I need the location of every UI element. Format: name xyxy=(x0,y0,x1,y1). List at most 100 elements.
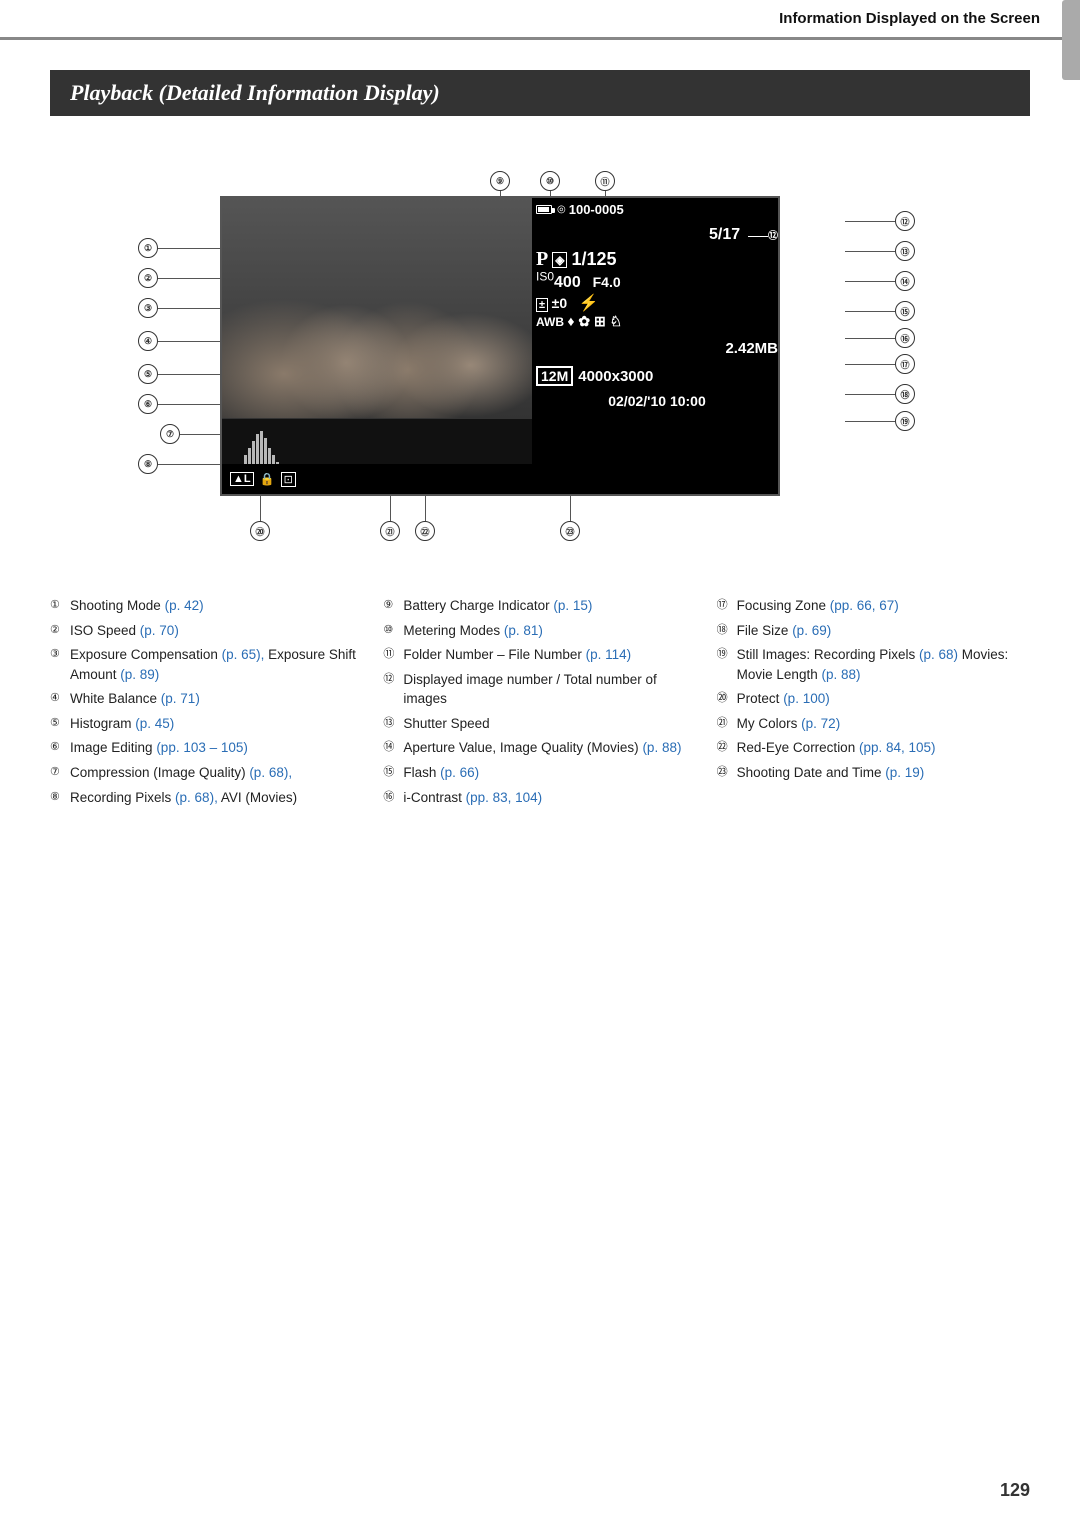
legend-text-11: Folder Number – File Number (p. 114) xyxy=(403,645,696,665)
vline-22 xyxy=(425,496,426,521)
callout-17: ⑰ xyxy=(895,354,915,374)
metering-icon: ◎ xyxy=(557,204,566,215)
legend-num-18: ⑱ xyxy=(717,622,737,639)
legend-item-17: ⑰ Focusing Zone (pp. 66, 67) xyxy=(717,596,1030,616)
callout-4: ④ xyxy=(138,331,158,351)
callout-19: ⑲ xyxy=(895,411,915,431)
callout-2: ② xyxy=(138,268,158,288)
screen-shooting-mode: P xyxy=(536,248,548,271)
compression-icon: ▲L xyxy=(230,472,254,486)
callout-14: ⑭ xyxy=(895,271,915,291)
legend-item-23: ㉓ Shooting Date and Time (p. 19) xyxy=(717,763,1030,783)
legend-item-22: ㉒ Red-Eye Correction (pp. 84, 105) xyxy=(717,738,1030,758)
legend-link-23: (p. 19) xyxy=(885,765,924,780)
callout-12: ⑫ xyxy=(895,211,915,231)
legend-num-17: ⑰ xyxy=(717,597,737,614)
legend-col-2: ⑨ Battery Charge Indicator (p. 15) ⑩ Met… xyxy=(383,596,696,812)
legend-num-4: ④ xyxy=(50,690,70,707)
screen-aperture: F4.0 xyxy=(593,274,621,290)
legend-text-4: White Balance (p. 71) xyxy=(70,689,363,709)
legend-num-3: ③ xyxy=(50,646,70,663)
photo-people xyxy=(222,198,532,418)
screen-image-count: 5/17 xyxy=(709,226,740,243)
screen-row-datetime: 02/02/'10 10:00 xyxy=(536,393,778,409)
screen-row-folder: ◎ 100-0005 xyxy=(536,202,624,217)
legend-num-11: ⑪ xyxy=(383,646,403,663)
legend-link-15: (p. 66) xyxy=(440,765,479,780)
callout-12-indicator: ——⑫ xyxy=(748,231,778,242)
legend-text-15: Flash (p. 66) xyxy=(403,763,696,783)
screen-row-mode: P ◈ 1/125 xyxy=(536,248,617,271)
callout-13: ⑬ xyxy=(895,241,915,261)
legend-num-12: ⑫ xyxy=(383,671,403,688)
vline-21 xyxy=(390,496,391,521)
legend-item-7: ⑦ Compression (Image Quality) (p. 68), xyxy=(50,763,363,783)
legend-link-7: (p. 68), xyxy=(249,765,292,780)
callout-3: ③ xyxy=(138,298,158,318)
legend-item-5: ⑤ Histogram (p. 45) xyxy=(50,714,363,734)
callout-21: ㉑ xyxy=(380,521,400,541)
legend-link-20: (p. 100) xyxy=(783,691,830,706)
legend-num-20: ⑳ xyxy=(717,690,737,707)
screen-folder-number: 100-0005 xyxy=(569,202,624,217)
legend-text-5: Histogram (p. 45) xyxy=(70,714,363,734)
callout-23: ㉓ xyxy=(560,521,580,541)
callout-10: ⑩ xyxy=(540,171,560,191)
callout-20: ⑳ xyxy=(250,521,270,541)
legend-num-21: ㉑ xyxy=(717,715,737,732)
legend-num-14: ⑭ xyxy=(383,739,403,756)
legend-link-18: (p. 69) xyxy=(792,623,831,638)
screen-row-iso: IS0ISO400400 F4.0 xyxy=(536,270,629,292)
section-heading: Playback (Detailed Information Display) xyxy=(50,70,1030,116)
awb-icons: ♦ ✿ ⊞ ♘ xyxy=(567,313,622,329)
top-header: Information Displayed on the Screen xyxy=(0,0,1080,40)
line-2 xyxy=(158,278,220,279)
callout-8: ⑧ xyxy=(138,454,158,474)
legend-num-2: ② xyxy=(50,622,70,639)
screen-row-filesize: 2.42MB xyxy=(725,340,778,357)
legend-text-2: ISO Speed (p. 70) xyxy=(70,621,363,641)
camera-screen: ▲L 🔒 ⊡ ◎ 100-0005 xyxy=(220,196,780,496)
legend-num-8: ⑧ xyxy=(50,789,70,806)
legend-link-3a: (p. 65), xyxy=(222,647,265,662)
legend-num-6: ⑥ xyxy=(50,739,70,756)
legend-link-17: (pp. 66, 67) xyxy=(830,598,899,613)
legend-text-19: Still Images: Recording Pixels (p. 68) M… xyxy=(737,645,1030,684)
line-1 xyxy=(158,248,220,249)
legend-link-1: (p. 42) xyxy=(165,598,204,613)
legend-item-2: ② ISO Speed (p. 70) xyxy=(50,621,363,641)
legend-link-19a: (p. 68) xyxy=(919,647,958,662)
legend-item-6: ⑥ Image Editing (pp. 103 – 105) xyxy=(50,738,363,758)
legend-text-1: Shooting Mode (p. 42) xyxy=(70,596,363,616)
line-6 xyxy=(158,404,220,405)
legend-item-4: ④ White Balance (p. 71) xyxy=(50,689,363,709)
line-12 xyxy=(845,221,895,222)
legend-link-5: (p. 45) xyxy=(135,716,174,731)
res-label-box: 12M xyxy=(536,366,573,386)
legend-num-9: ⑨ xyxy=(383,597,403,614)
screen-resolution: 4000x3000 xyxy=(578,368,653,385)
line-18 xyxy=(845,394,895,395)
legend-item-20: ⑳ Protect (p. 100) xyxy=(717,689,1030,709)
screen-row-resolution: 12M 4000x3000 xyxy=(536,366,653,386)
legend-item-16: ⑯ i-Contrast (pp. 83, 104) xyxy=(383,788,696,808)
legend-num-15: ⑮ xyxy=(383,764,403,781)
screen-exposure-comp: ± ±0 ⚡ xyxy=(536,296,599,311)
legend-link-19b: (p. 88) xyxy=(821,667,860,682)
callout-9: ⑨ xyxy=(490,171,510,191)
screen-iso: IS0ISO400400 xyxy=(536,274,581,291)
legend-item-3: ③ Exposure Compensation (p. 65), Exposur… xyxy=(50,645,363,684)
screen-file-size: 2.42MB xyxy=(725,340,778,357)
legend-text-6: Image Editing (pp. 103 – 105) xyxy=(70,738,363,758)
callout-5: ⑤ xyxy=(138,364,158,384)
bottom-icons-strip: ▲L 🔒 ⊡ xyxy=(222,464,532,494)
legend-text-9: Battery Charge Indicator (p. 15) xyxy=(403,596,696,616)
line-16 xyxy=(845,338,895,339)
legend-text-20: Protect (p. 100) xyxy=(737,689,1030,709)
legend-item-8: ⑧ Recording Pixels (p. 68), AVI (Movies) xyxy=(50,788,363,808)
legend-text-12: Displayed image number / Total number of… xyxy=(403,670,696,709)
legend-text-8: Recording Pixels (p. 68), AVI (Movies) xyxy=(70,788,363,808)
legend-text-23: Shooting Date and Time (p. 19) xyxy=(737,763,1030,783)
legend-link-22: (pp. 84, 105) xyxy=(859,740,936,755)
legend-text-7: Compression (Image Quality) (p. 68), xyxy=(70,763,363,783)
